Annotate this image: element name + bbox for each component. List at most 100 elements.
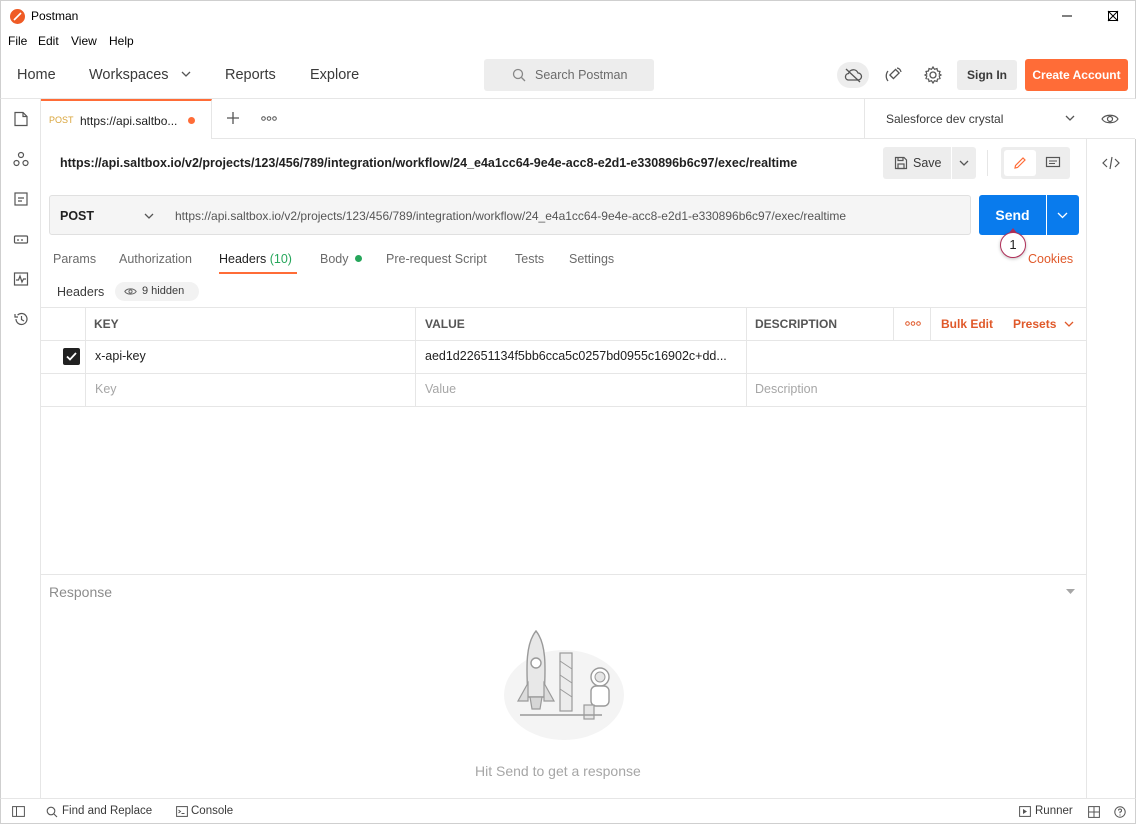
active-tab-indicator [219,272,297,274]
chevron-down-icon[interactable] [1064,321,1074,328]
new-key-input[interactable]: Key [95,382,117,396]
close-icon [1107,10,1119,22]
column-description: DESCRIPTION [755,317,838,331]
tab-prerequest[interactable]: Pre-request Script [386,252,487,266]
nav-workspaces[interactable]: Workspaces [89,67,169,83]
nav-explore[interactable]: Explore [310,67,359,83]
minimize-button[interactable] [1044,1,1090,31]
request-tab-bar: POST https://api.saltbo... Salesforce de… [41,99,1135,139]
new-value-input[interactable]: Value [425,382,456,396]
response-empty-hint: Hit Send to get a response [475,763,641,779]
mock-servers-icon[interactable] [13,231,29,247]
collections-icon[interactable] [13,111,29,127]
divider [987,150,988,176]
chevron-down-icon [144,213,154,219]
tab-method: POST [49,115,74,125]
tab-authorization[interactable]: Authorization [119,252,192,266]
save-label: Save [913,156,942,170]
cookies-link[interactable]: Cookies [1028,252,1073,266]
headers-table: KEY VALUE DESCRIPTION Bulk Edit Presets … [41,307,1086,407]
menu-view[interactable]: View [71,34,97,48]
toggle-sidebar-icon[interactable] [12,806,25,817]
left-sidebar [0,99,41,798]
chevron-down-icon [1057,212,1068,219]
request-name[interactable]: https://api.saltbox.io/v2/projects/123/4… [60,156,797,170]
chevron-down-icon [959,160,969,166]
new-description-input[interactable]: Description [755,382,818,396]
code-snippet-icon[interactable] [1102,156,1120,170]
view-mode-toggle [1001,147,1070,179]
headers-section-label: Headers [57,285,105,299]
hidden-count: 9 hidden [142,285,185,297]
tab-body[interactable]: Body [320,252,349,266]
more-options-icon[interactable] [905,321,921,326]
postman-logo-icon [10,9,25,24]
tab-tests[interactable]: Tests [515,252,544,266]
create-account-button[interactable]: Create Account [1025,59,1128,91]
sync-status-button[interactable] [837,62,869,88]
hidden-headers-toggle[interactable]: 9 hidden [115,282,199,301]
save-button[interactable]: Save [883,147,951,179]
environment-select[interactable]: Salesforce dev crystal [864,99,1086,139]
step-callout: 1 [1000,232,1026,258]
apis-icon[interactable] [13,151,29,167]
runner-icon [1019,806,1031,817]
comment-icon[interactable] [1045,156,1061,170]
header-key-cell[interactable]: x-api-key [95,349,405,363]
column-value: VALUE [425,317,465,331]
menu-help[interactable]: Help [109,34,134,48]
header-enabled-checkbox[interactable] [63,348,80,365]
environments-icon[interactable] [13,191,29,207]
method-value: POST [60,209,95,223]
eye-icon[interactable] [1101,112,1119,126]
response-header[interactable]: Response [41,574,1086,608]
nav-reports[interactable]: Reports [225,67,276,83]
presets-dropdown[interactable]: Presets [1013,317,1056,331]
url-input[interactable]: https://api.saltbox.io/v2/projects/123/4… [164,195,971,235]
minimize-icon [1062,15,1072,17]
send-options-button[interactable] [1047,195,1079,235]
history-icon[interactable] [13,311,29,327]
gear-icon[interactable] [923,65,943,85]
two-pane-icon[interactable] [1088,806,1100,818]
find-and-replace-button[interactable]: Find and Replace [62,805,152,817]
help-icon[interactable] [1114,806,1126,818]
console-icon [176,806,188,817]
monitors-icon[interactable] [13,271,29,287]
search-input[interactable]: Search Postman [484,59,654,91]
checkmark-icon [66,352,77,361]
pencil-icon [1014,157,1026,169]
tab-headers-count: (10) [269,252,292,266]
tab-headers[interactable]: Headers (10) [219,252,292,266]
edit-mode-button[interactable] [1004,150,1036,176]
app-header: Home Workspaces Reports Explore Search P… [0,52,1136,99]
tab-params[interactable]: Params [53,252,96,266]
column-key: KEY [94,317,119,331]
bulk-edit-link[interactable]: Bulk Edit [941,317,993,331]
satellite-icon[interactable] [884,65,904,85]
save-options-button[interactable] [952,147,976,179]
tab-settings[interactable]: Settings [569,252,614,266]
request-tab[interactable]: POST https://api.saltbo... [41,99,212,139]
response-title: Response [49,584,113,600]
nav-home[interactable]: Home [17,67,56,83]
rocket-illustration-icon [504,629,624,740]
eye-icon [124,288,137,295]
tab-headers-label: Headers [219,252,267,266]
chevron-down-icon[interactable] [181,71,191,78]
title-bar: Postman [0,0,1136,30]
sign-in-button[interactable]: Sign In [957,60,1017,90]
console-button[interactable]: Console [191,805,233,817]
new-tab-plus-icon[interactable] [226,111,240,125]
cloud-off-icon [844,68,863,83]
unsaved-dot [188,117,195,124]
environment-name: Salesforce dev crystal [886,112,1004,126]
method-select[interactable]: POST [49,195,165,235]
caret-down-icon[interactable] [1066,589,1075,594]
header-value-cell[interactable]: aed1d22651134f5bb6cca5c0257bd0955c16902c… [425,349,741,363]
close-button[interactable] [1091,1,1136,31]
menu-file[interactable]: File [8,34,27,48]
runner-button[interactable]: Runner [1035,805,1073,817]
more-tabs-icon[interactable] [261,116,277,121]
menu-edit[interactable]: Edit [38,34,59,48]
